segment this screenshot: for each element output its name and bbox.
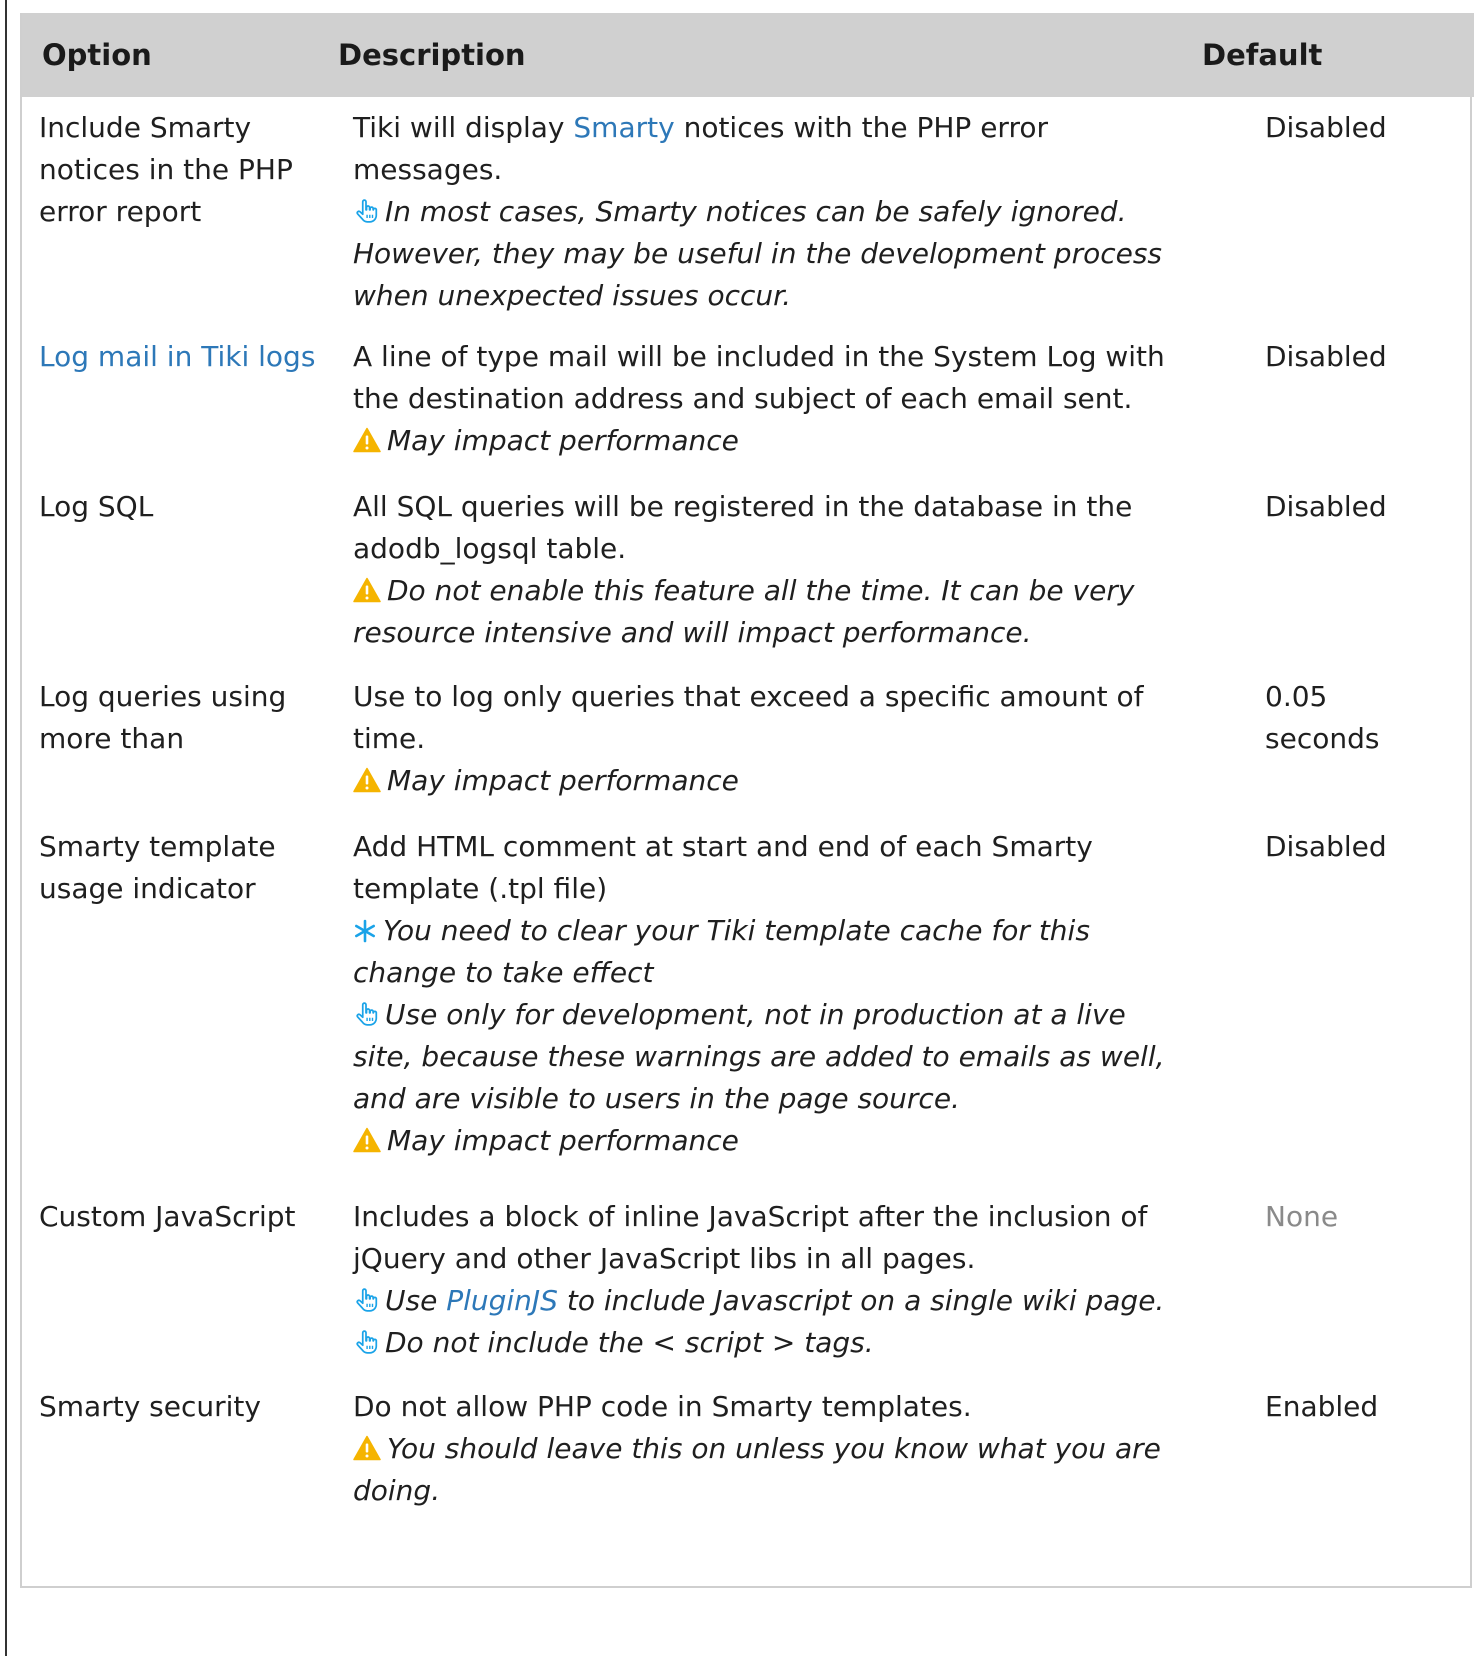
warning-triangle-icon bbox=[353, 767, 381, 793]
warning-line: You should leave this on unless you know… bbox=[353, 1428, 1193, 1512]
warning-text: Do not enable this feature all the time.… bbox=[353, 574, 1135, 649]
default-value: 0.05 seconds bbox=[1265, 680, 1380, 755]
hand-pointer-icon bbox=[353, 198, 379, 224]
tip-text: Do not include the < script > tags. bbox=[385, 1326, 874, 1359]
note-text: You need to clear your Tiki template cac… bbox=[353, 914, 1090, 989]
table-header: Option Description Default bbox=[22, 13, 1474, 97]
warning-triangle-icon bbox=[353, 427, 381, 453]
warning-text: May impact performance bbox=[387, 424, 739, 457]
description-cell: Includes a block of inline JavaScript af… bbox=[353, 1196, 1193, 1364]
default-value: Disabled bbox=[1265, 111, 1387, 144]
hand-pointer-icon bbox=[353, 1287, 379, 1313]
header-option: Option bbox=[42, 38, 152, 72]
warning-line: Do not enable this feature all the time.… bbox=[353, 570, 1193, 654]
tip-text: Use only for development, not in product… bbox=[353, 998, 1165, 1115]
description-cell: Do not allow PHP code in Smarty template… bbox=[353, 1386, 1193, 1512]
option-label: Custom JavaScript bbox=[39, 1200, 296, 1233]
smarty-link[interactable]: Smarty bbox=[573, 111, 674, 144]
warning-line: May impact performance bbox=[353, 420, 1193, 462]
description-text: Do not allow PHP code in Smarty template… bbox=[353, 1390, 972, 1423]
description-text: Includes a block of inline JavaScript af… bbox=[353, 1200, 1148, 1275]
description-text: Add HTML comment at start and end of eac… bbox=[353, 830, 1093, 905]
option-label: Log queries using more than bbox=[39, 680, 287, 755]
option-label: Log mail in Tiki logs bbox=[39, 336, 329, 378]
description-cell: Add HTML comment at start and end of eac… bbox=[353, 826, 1193, 1162]
description-text: Tiki will display Smarty notices with th… bbox=[353, 107, 1193, 191]
description-cell: Use to log only queries that exceed a sp… bbox=[353, 676, 1193, 802]
log-mail-link[interactable]: Log mail in Tiki logs bbox=[39, 340, 315, 373]
preferences-table: Option Description Default Include Smart… bbox=[20, 13, 1474, 1588]
description-pre: Tiki will display bbox=[353, 111, 574, 144]
default-value: Disabled bbox=[1265, 490, 1387, 523]
description-cell: Tiki will display Smarty notices with th… bbox=[353, 107, 1193, 317]
tip-line: In most cases, Smarty notices can be saf… bbox=[353, 191, 1193, 317]
default-value: None bbox=[1265, 1200, 1339, 1233]
tip-line: Do not include the < script > tags. bbox=[353, 1322, 1193, 1364]
option-label: Log SQL bbox=[39, 490, 154, 523]
description-cell: A line of type mail will be included in … bbox=[353, 336, 1193, 462]
tip-line: Use only for development, not in product… bbox=[353, 994, 1193, 1120]
hand-pointer-icon bbox=[353, 1001, 379, 1027]
warning-triangle-icon bbox=[353, 1435, 381, 1461]
option-label: Smarty template usage indicator bbox=[39, 830, 276, 905]
tip-text: to include Javascript on a single wiki p… bbox=[557, 1284, 1165, 1317]
default-value: Disabled bbox=[1265, 340, 1387, 373]
tip-line: Use PluginJS to include Javascript on a … bbox=[353, 1280, 1193, 1322]
warning-text: May impact performance bbox=[387, 1124, 739, 1157]
header-description: Description bbox=[338, 38, 526, 72]
tip-text: In most cases, Smarty notices can be saf… bbox=[353, 195, 1163, 312]
default-value: Enabled bbox=[1265, 1390, 1379, 1423]
warning-triangle-icon bbox=[353, 577, 381, 603]
note-line: You need to clear your Tiki template cac… bbox=[353, 910, 1193, 994]
warning-line: May impact performance bbox=[353, 760, 1193, 802]
left-border-rule bbox=[5, 0, 7, 1656]
asterisk-icon bbox=[353, 919, 377, 943]
hand-pointer-icon bbox=[353, 1329, 379, 1355]
warning-text: May impact performance bbox=[387, 764, 739, 797]
description-text: All SQL queries will be registered in th… bbox=[353, 490, 1133, 565]
description-cell: All SQL queries will be registered in th… bbox=[353, 486, 1193, 654]
warning-text: You should leave this on unless you know… bbox=[353, 1432, 1161, 1507]
warning-line: May impact performance bbox=[353, 1120, 1193, 1162]
description-text: Use to log only queries that exceed a sp… bbox=[353, 680, 1144, 755]
default-value: Disabled bbox=[1265, 830, 1387, 863]
pluginjs-link[interactable]: PluginJS bbox=[446, 1284, 558, 1317]
tip-text: Use bbox=[385, 1284, 447, 1317]
option-label: Include Smarty notices in the PHP error … bbox=[39, 111, 293, 228]
option-label: Smarty security bbox=[39, 1390, 261, 1423]
warning-triangle-icon bbox=[353, 1127, 381, 1153]
header-default: Default bbox=[1202, 38, 1323, 72]
description-text: A line of type mail will be included in … bbox=[353, 340, 1165, 415]
